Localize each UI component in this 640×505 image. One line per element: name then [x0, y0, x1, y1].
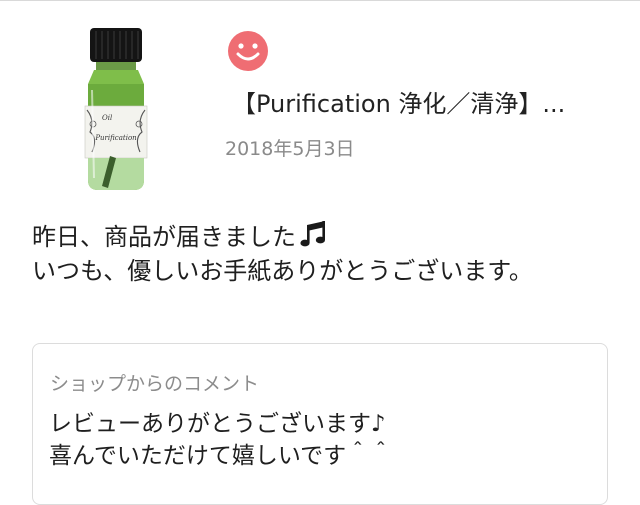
shop-comment-text: レビューありがとうございます♪ 喜んでいただけて嬉しいです＾＾ — [49, 408, 392, 472]
review-line-1-text: 昨日、商品が届きました — [32, 223, 296, 251]
shop-comment-line-2: 喜んでいただけて嬉しいです＾＾ — [49, 443, 393, 469]
product-title[interactable]: 【Purification 浄化／清浄】... — [232, 88, 632, 120]
svg-text:Oil: Oil — [102, 114, 112, 122]
review-line-2: いつも、優しいお手紙ありがとうございます。 — [32, 257, 533, 285]
shop-comment-box: ショップからのコメント レビューありがとうございます♪ 喜んでいただけて嬉しいで… — [32, 343, 608, 505]
svg-text:Purification: Purification — [94, 134, 137, 142]
smiley-face-icon — [228, 31, 268, 71]
top-divider — [0, 0, 640, 1]
product-image[interactable]: Oil Purification — [80, 28, 160, 194]
review-date: 2018年5月3日 — [225, 138, 355, 160]
shop-comment-label: ショップからのコメント — [50, 373, 260, 395]
review-body: 昨日、商品が届きました いつも、優しいお手紙ありがとうございます。 — [32, 219, 622, 288]
music-notes-icon — [300, 221, 325, 247]
review-line-1: 昨日、商品が届きました — [32, 219, 622, 254]
shop-comment-line-1: レビューありがとうございます♪ — [49, 411, 386, 437]
